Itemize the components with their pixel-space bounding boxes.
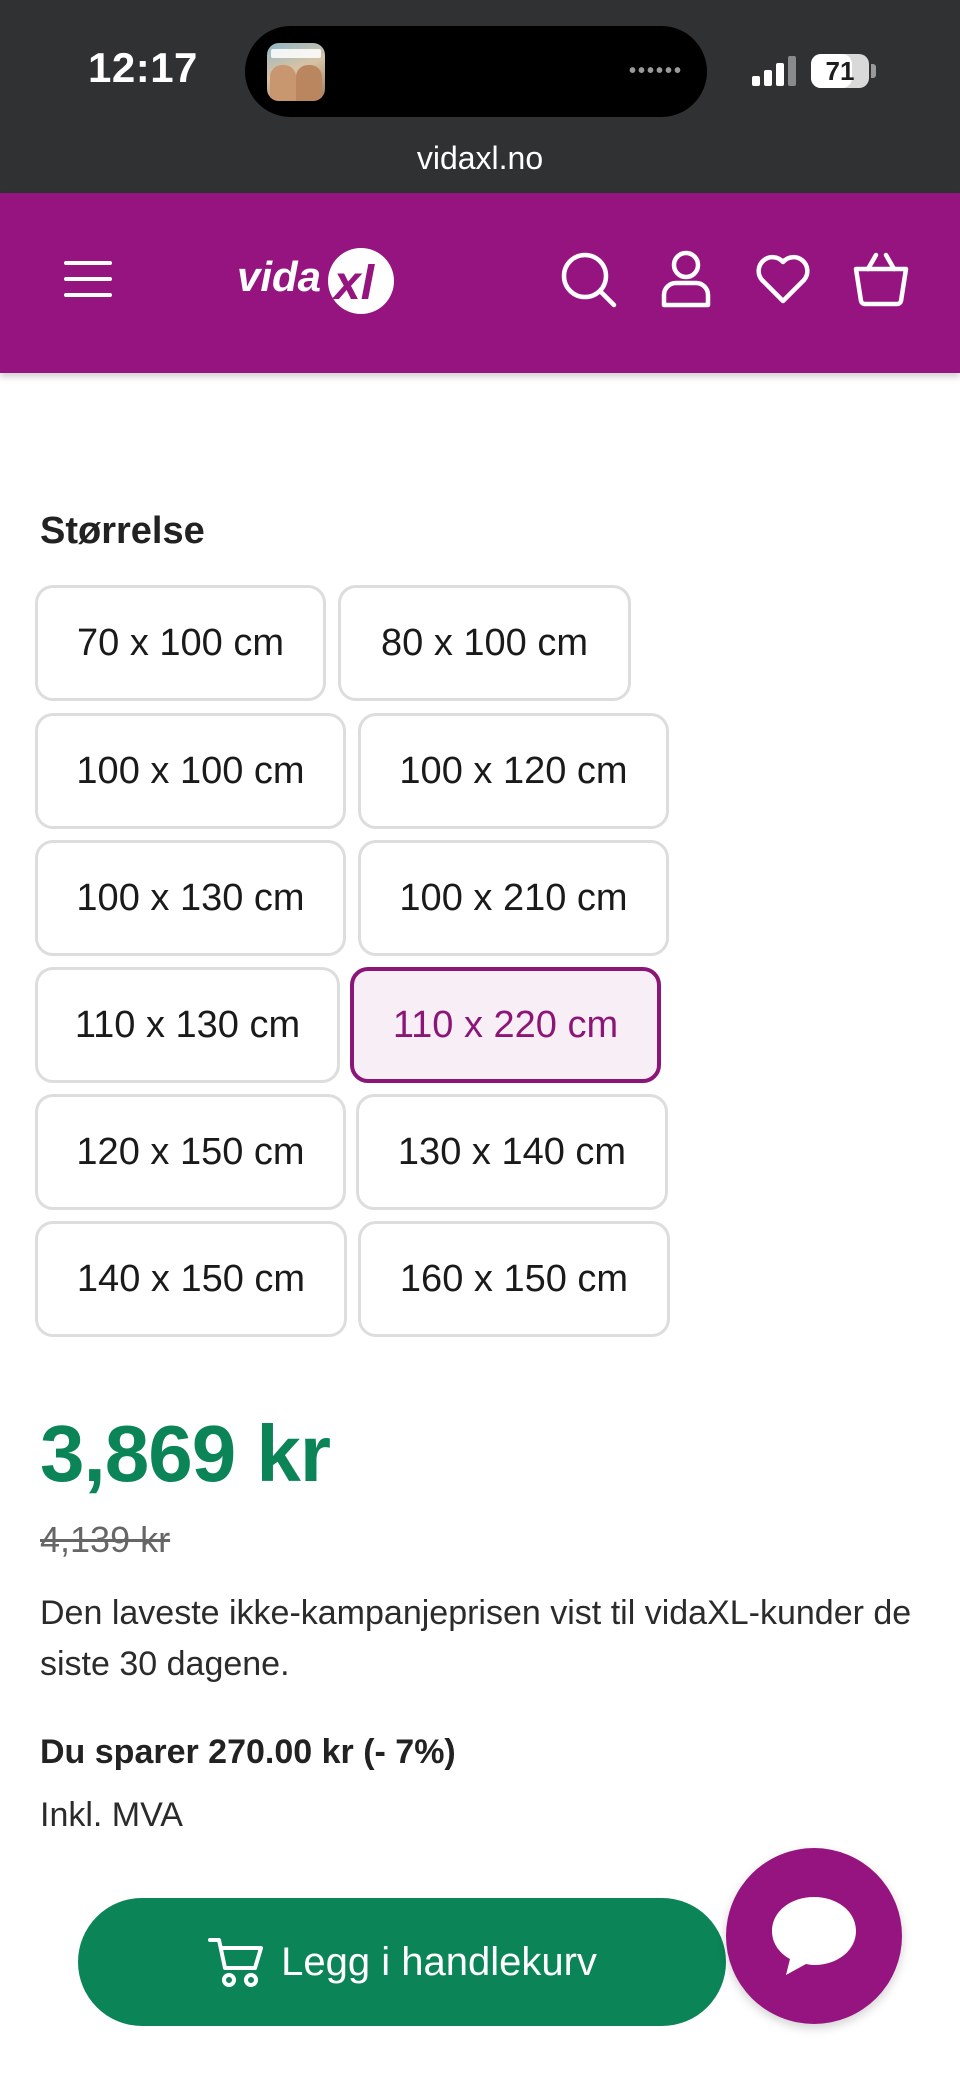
address-bar-url[interactable]: vidaxl.no xyxy=(0,140,960,177)
site-header: vida xl xyxy=(0,193,960,373)
chat-button[interactable] xyxy=(726,1848,902,2024)
size-section-title: Størrelse xyxy=(40,510,205,552)
vidaxl-logo[interactable]: vida xl xyxy=(235,241,399,321)
size-option[interactable]: 110 x 130 cm xyxy=(35,967,340,1083)
activity-dots-icon: •••••• xyxy=(628,60,683,82)
size-option[interactable]: 130 x 140 cm xyxy=(356,1094,668,1210)
add-to-cart-button[interactable]: Legg i handlekurv xyxy=(78,1898,726,2026)
battery-nub xyxy=(871,64,876,78)
size-option[interactable]: 100 x 210 cm xyxy=(358,840,669,956)
cellular-signal-icon xyxy=(752,56,798,86)
size-option[interactable]: 100 x 130 cm xyxy=(35,840,346,956)
status-bar: 12:17 •••••• 71 vidaxl.no xyxy=(0,0,960,193)
status-time: 12:17 xyxy=(88,44,198,91)
account-icon[interactable] xyxy=(660,249,712,309)
cart-icon xyxy=(208,1938,264,1987)
savings-text: Du sparer 270.00 kr (- 7%) xyxy=(40,1733,456,1771)
add-to-cart-label: Legg i handlekurv xyxy=(281,1939,597,1984)
svg-text:vida: vida xyxy=(237,253,321,300)
menu-icon[interactable] xyxy=(62,259,114,299)
vat-note: Inkl. MVA xyxy=(40,1796,183,1834)
chat-bubble-icon xyxy=(772,1897,856,1975)
battery-icon: 71 xyxy=(811,54,869,88)
original-price: 4,139 kr xyxy=(40,1519,171,1560)
heart-icon[interactable] xyxy=(754,253,812,305)
size-option[interactable]: 140 x 150 cm xyxy=(35,1221,347,1337)
size-option[interactable]: 120 x 150 cm xyxy=(35,1094,346,1210)
size-option[interactable]: 100 x 100 cm xyxy=(35,713,346,829)
page: 12:17 •••••• 71 vidaxl.no vida xl Større… xyxy=(0,0,960,2081)
size-option[interactable]: 100 x 120 cm xyxy=(358,713,669,829)
dynamic-island[interactable]: •••••• xyxy=(245,26,707,117)
battery-percent: 71 xyxy=(825,56,855,86)
size-option[interactable]: 70 x 100 cm xyxy=(35,585,326,701)
svg-text:xl: xl xyxy=(331,257,376,310)
bottom-safe-area xyxy=(0,2070,960,2081)
size-option-selected[interactable]: 110 x 220 cm xyxy=(350,967,661,1083)
price-note: Den laveste ikke-kampanjeprisen vist til… xyxy=(40,1594,912,1683)
basket-icon[interactable] xyxy=(852,249,910,307)
current-price: 3,869 kr xyxy=(40,1409,331,1498)
size-option[interactable]: 80 x 100 cm xyxy=(338,585,631,701)
size-option[interactable]: 160 x 150 cm xyxy=(358,1221,670,1337)
now-playing-artwork-icon[interactable] xyxy=(267,43,325,101)
search-icon[interactable] xyxy=(560,251,618,309)
